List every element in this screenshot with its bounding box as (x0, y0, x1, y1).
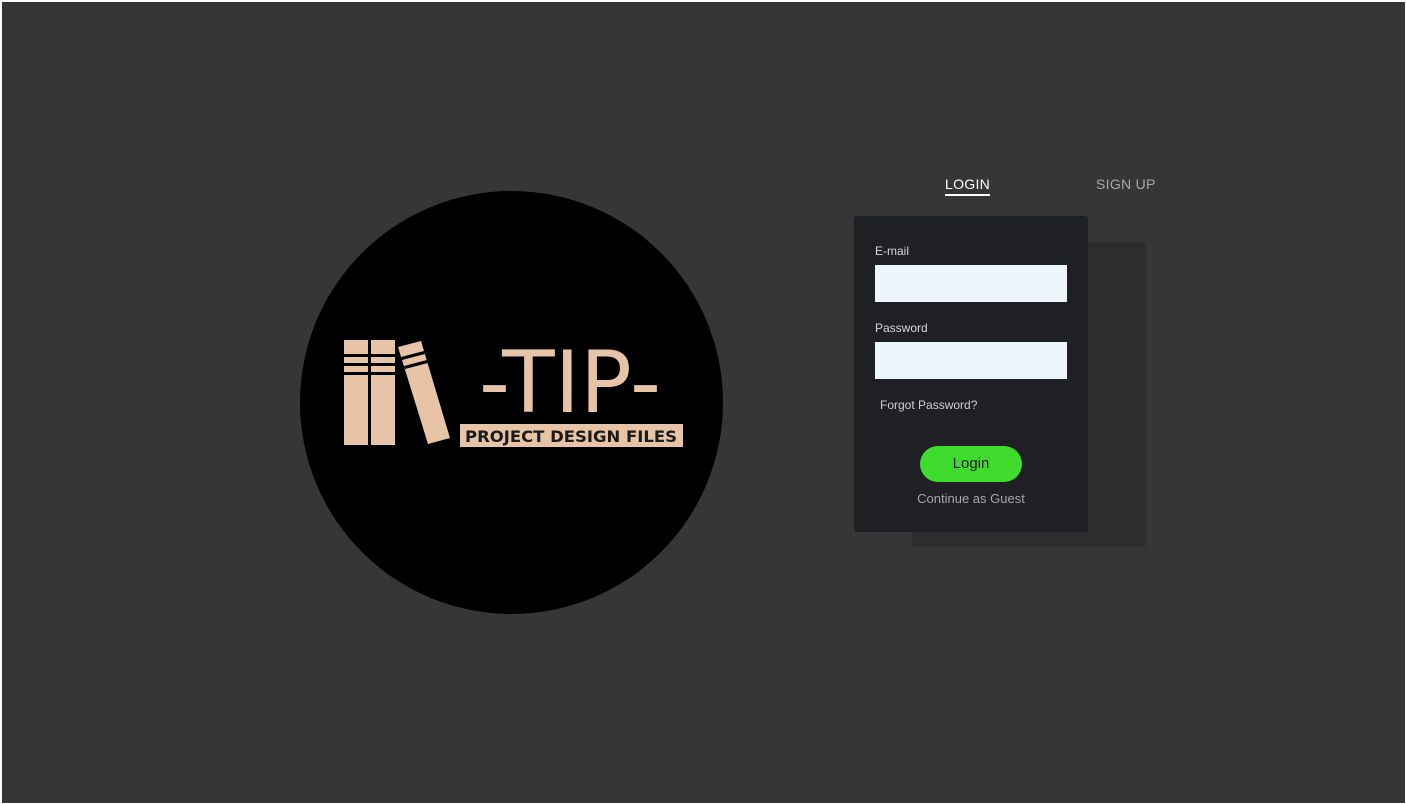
page-background: -TIP- PROJECT DESIGN FILES LOGIN SIGN UP… (2, 2, 1405, 803)
logo-brand-text: -TIP- (479, 333, 661, 433)
login-form: E-mail Password Forgot Password? Login C… (854, 216, 1088, 532)
tab-signup[interactable]: SIGN UP (1096, 176, 1156, 192)
email-field[interactable] (875, 265, 1067, 302)
logo: -TIP- PROJECT DESIGN FILES (300, 191, 723, 614)
email-label: E-mail (875, 244, 910, 258)
forgot-password-link[interactable]: Forgot Password? (880, 398, 977, 412)
books-logo-icon: -TIP- PROJECT DESIGN FILES (344, 333, 683, 447)
tab-login[interactable]: LOGIN (945, 176, 991, 196)
password-label: Password (875, 321, 928, 335)
logo-tagline-text: PROJECT DESIGN FILES (465, 427, 677, 446)
continue-as-guest-link[interactable]: Continue as Guest (854, 491, 1088, 506)
password-field[interactable] (875, 342, 1067, 379)
login-button[interactable]: Login (920, 446, 1022, 482)
